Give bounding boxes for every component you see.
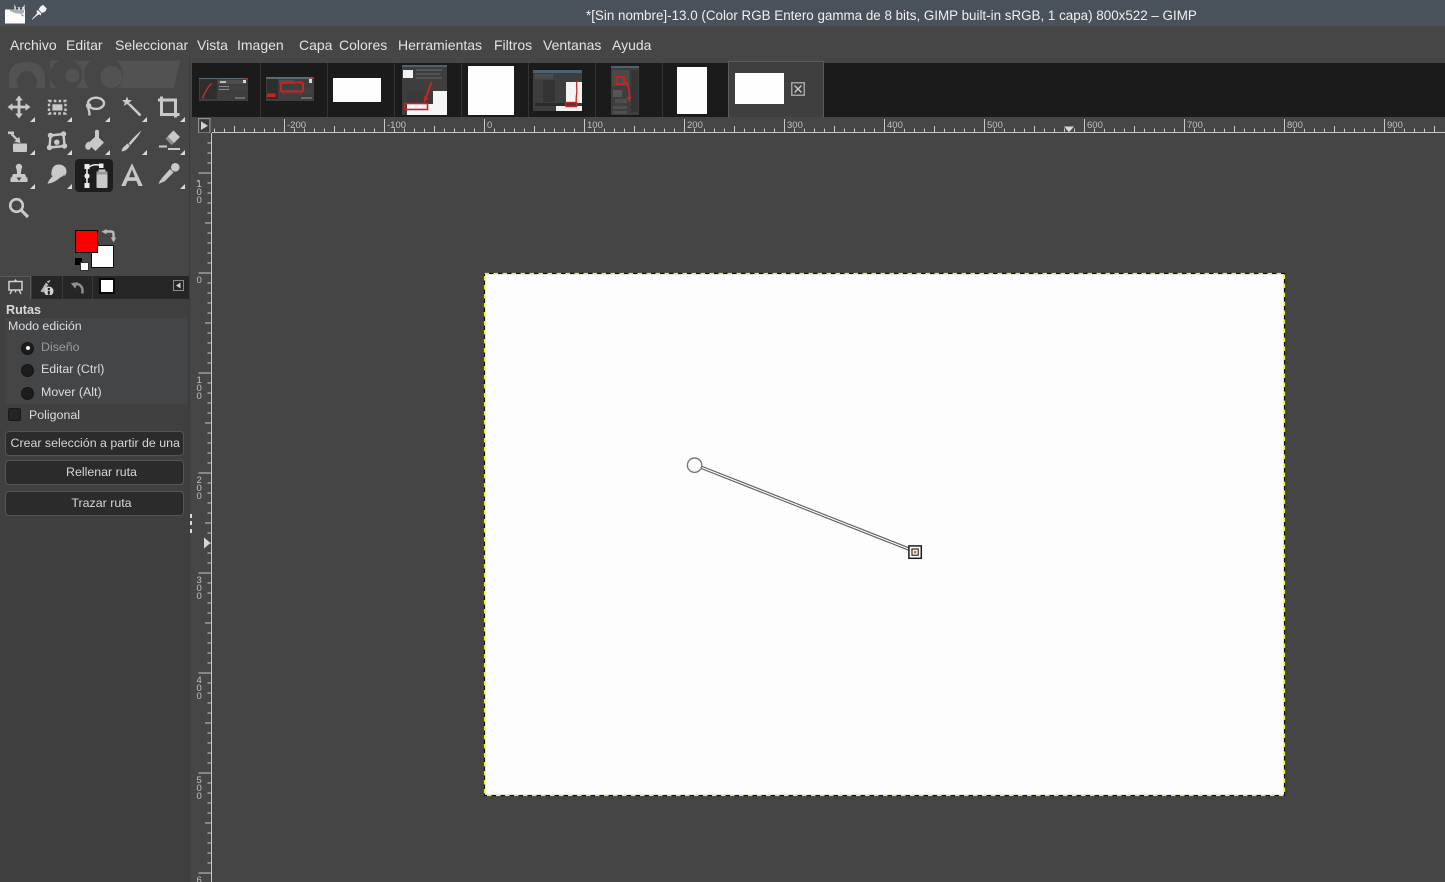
- svg-text:-100: -100: [387, 120, 406, 131]
- svg-text:400: 400: [887, 120, 903, 131]
- svg-text:800: 800: [1287, 120, 1303, 131]
- svg-text:600: 600: [1087, 120, 1103, 131]
- svg-text:0: 0: [197, 591, 202, 602]
- svg-text:300: 300: [787, 120, 803, 131]
- svg-text:0: 0: [487, 120, 492, 131]
- svg-text:0: 0: [197, 195, 202, 206]
- svg-text:700: 700: [1187, 120, 1203, 131]
- svg-text:0: 0: [197, 491, 202, 502]
- svg-text:-200: -200: [287, 120, 306, 131]
- svg-text:0: 0: [197, 275, 202, 286]
- svg-text:0: 0: [197, 791, 202, 802]
- svg-text:0: 0: [197, 691, 202, 702]
- svg-text:200: 200: [687, 120, 703, 131]
- svg-text:6: 6: [197, 875, 202, 882]
- svg-text:0: 0: [197, 391, 202, 402]
- svg-text:500: 500: [987, 120, 1003, 131]
- svg-text:100: 100: [587, 120, 603, 131]
- svg-text:900: 900: [1387, 120, 1403, 131]
